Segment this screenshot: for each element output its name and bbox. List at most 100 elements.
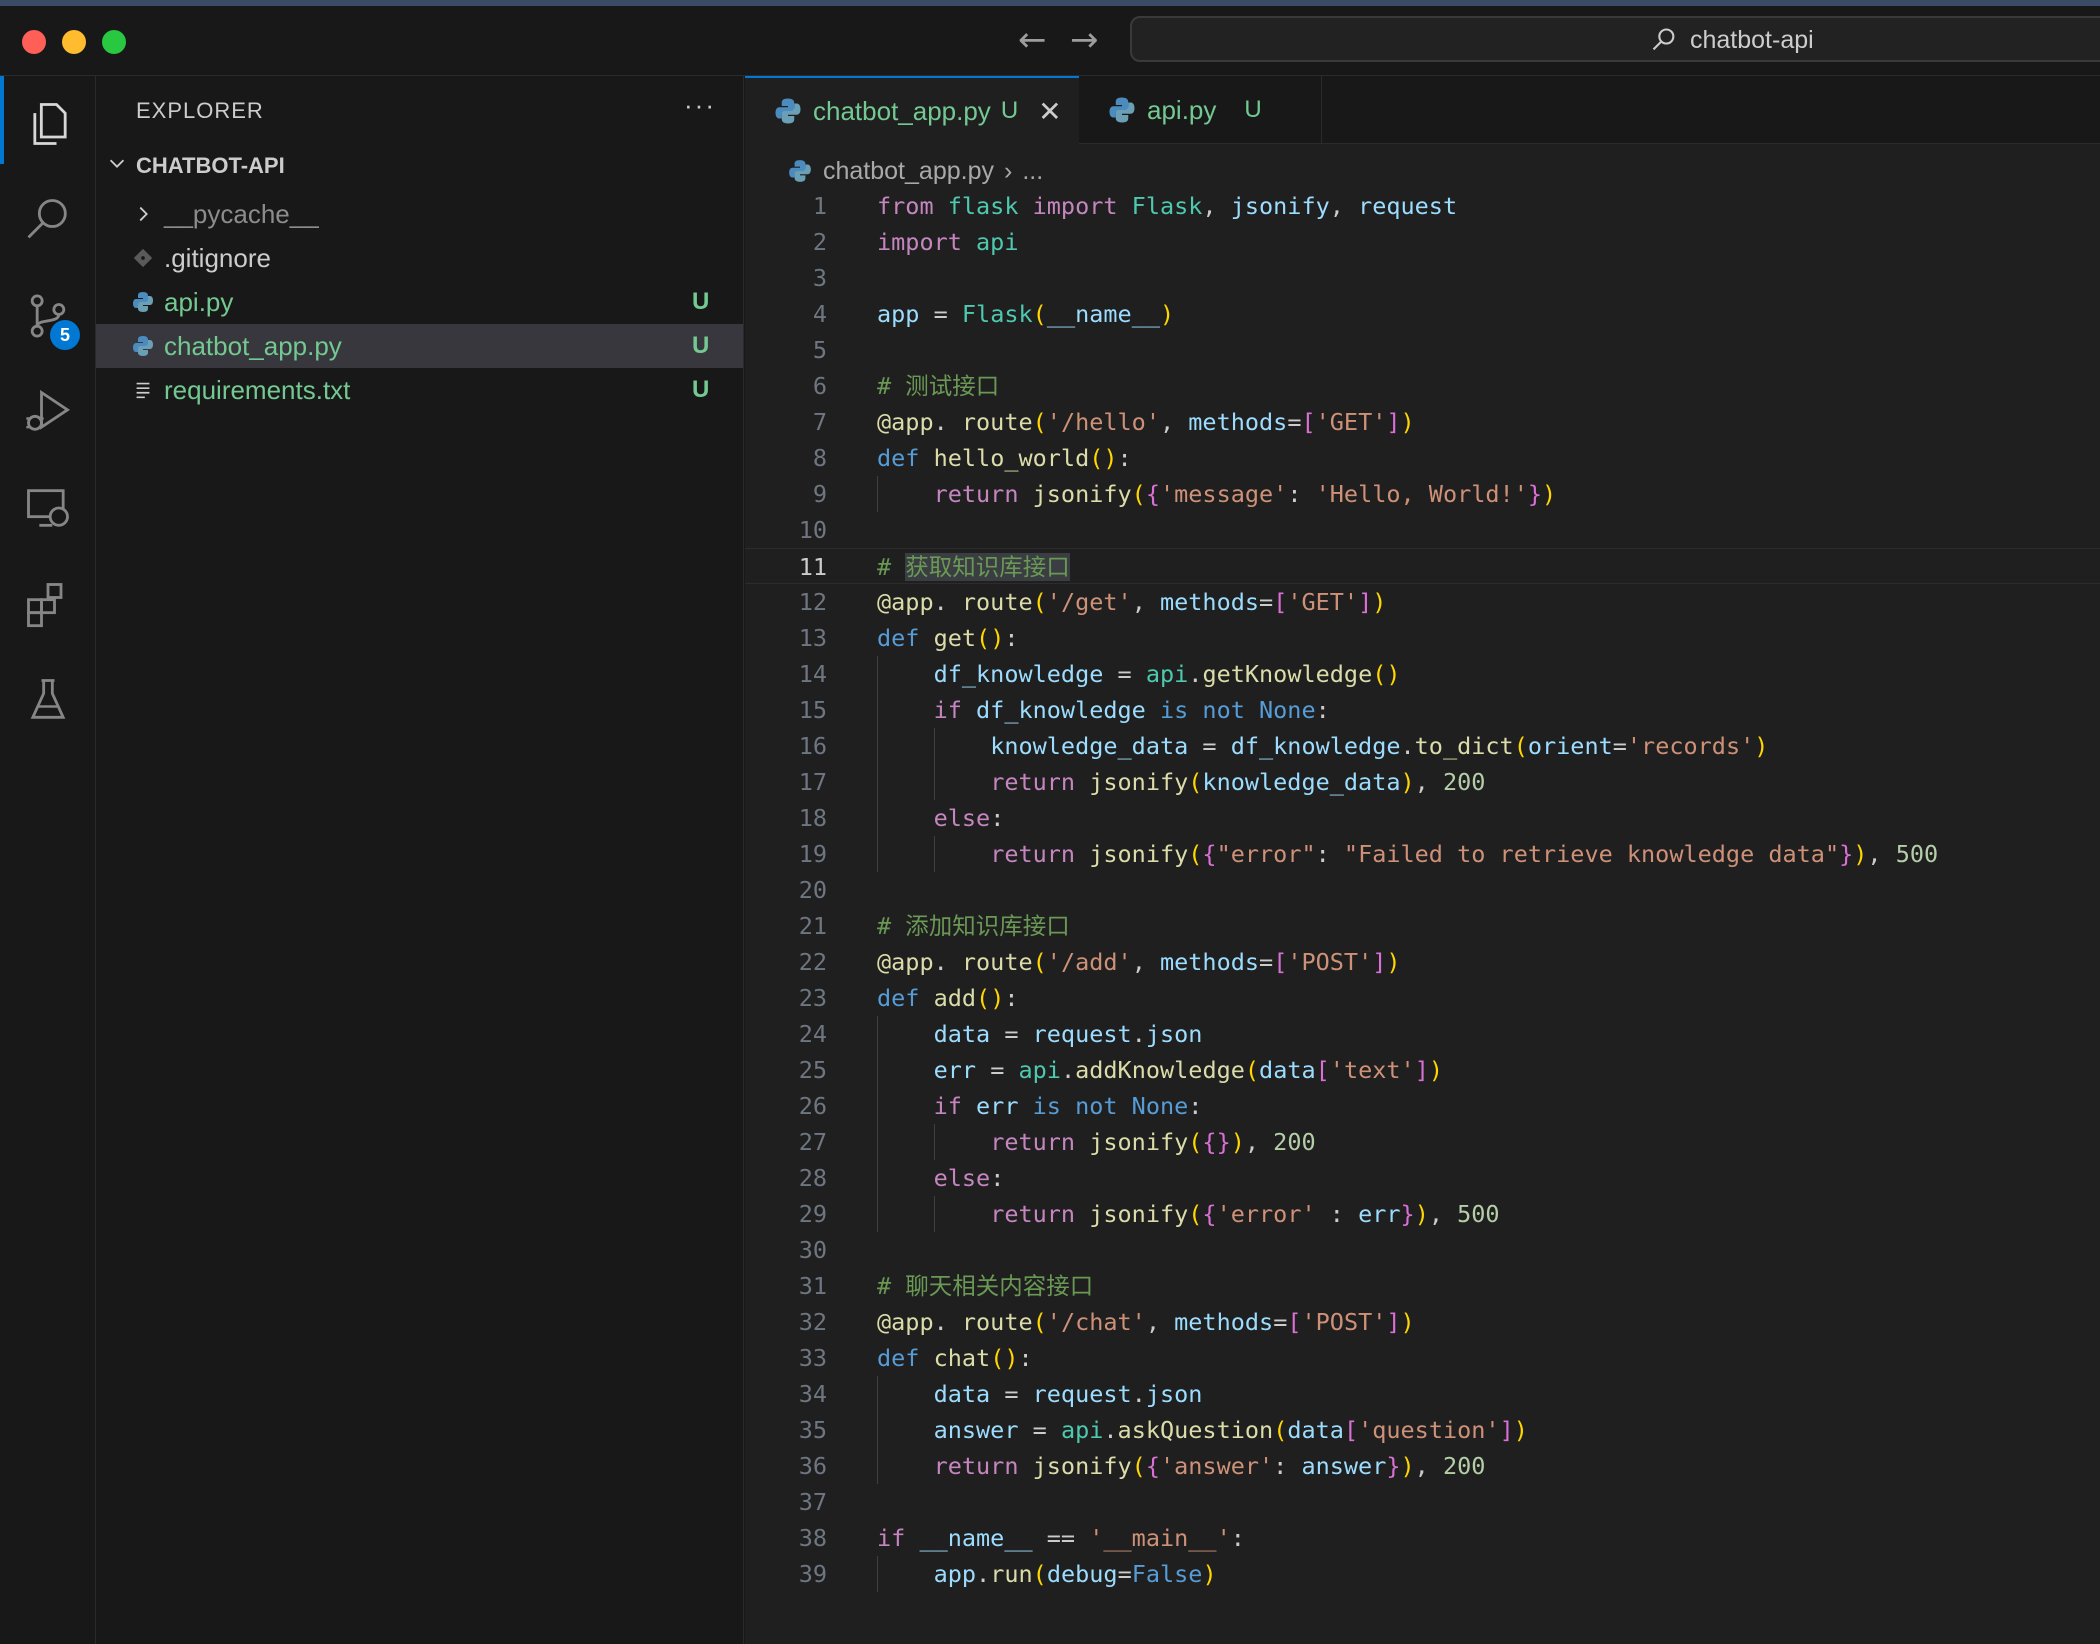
workspace-root-folder[interactable]: CHATBOT-API: [106, 146, 285, 186]
code-line[interactable]: 6 # 测试接口: [745, 368, 2100, 404]
code-line[interactable]: 29 return jsonify({'error' : err}), 500: [745, 1196, 2100, 1232]
line-number: 14: [798, 660, 827, 688]
line-number: 11: [798, 553, 827, 581]
code-text: # 测试接口: [877, 372, 1000, 400]
search-activity[interactable]: [0, 180, 96, 260]
code-line[interactable]: 26 if err is not None:: [745, 1088, 2100, 1124]
line-number: 21: [798, 912, 827, 940]
run-debug-activity[interactable]: [0, 372, 96, 452]
code-line[interactable]: 5: [745, 332, 2100, 368]
code-line[interactable]: 7 @app. route('/hello', methods=['GET']): [745, 404, 2100, 440]
code-line[interactable]: 28 else:: [745, 1160, 2100, 1196]
tree-item-pycache[interactable]: __pycache__: [96, 192, 743, 236]
search-icon: [27, 199, 67, 239]
code-line[interactable]: 33 def chat():: [745, 1340, 2100, 1376]
tree-item-gitignore[interactable]: .gitignore: [96, 236, 743, 280]
line-number: 6: [812, 372, 827, 400]
line-number: 7: [812, 408, 827, 436]
code-line[interactable]: 23 def add():: [745, 980, 2100, 1016]
code-text: @app. route('/get', methods=['GET']): [877, 588, 1387, 616]
code-line[interactable]: 11 # 获取知识库接口: [745, 548, 2100, 584]
code-line[interactable]: 30: [745, 1232, 2100, 1268]
code-line[interactable]: 35 answer = api.askQuestion(data['questi…: [745, 1412, 2100, 1448]
remote-explorer-activity[interactable]: [0, 468, 96, 548]
code-text: @app. route('/add', methods=['POST']): [877, 948, 1401, 976]
code-line[interactable]: 22 @app. route('/add', methods=['POST']): [745, 944, 2100, 980]
tab-api-py[interactable]: api.py U: [1079, 76, 1321, 144]
tree-item-label: api.py: [164, 286, 234, 317]
code-line[interactable]: 2 import api: [745, 224, 2100, 260]
code-line[interactable]: 9 return jsonify({'message': 'Hello, Wor…: [745, 476, 2100, 512]
code-line[interactable]: 15 if df_knowledge is not None:: [745, 692, 2100, 728]
code-line[interactable]: 21 # 添加知识库接口: [745, 908, 2100, 944]
line-number: 12: [798, 588, 827, 616]
code-line[interactable]: 13 def get():: [745, 620, 2100, 656]
tab-separator: [1321, 76, 1322, 144]
line-number: 30: [798, 1236, 827, 1264]
breadcrumb-file[interactable]: chatbot_app.py: [823, 157, 994, 186]
code-line[interactable]: 10: [745, 512, 2100, 548]
forward-arrow-icon[interactable]: →: [1070, 20, 1099, 60]
back-arrow-icon[interactable]: ←: [1018, 20, 1047, 60]
line-number: 1: [812, 192, 827, 220]
code-text: return jsonify({'error' : err}), 500: [990, 1200, 1500, 1228]
code-line[interactable]: 20: [745, 872, 2100, 908]
code-text: err = api.addKnowledge(data['text']): [933, 1056, 1443, 1084]
line-number: 8: [812, 444, 827, 472]
python-file-icon: [128, 287, 158, 317]
code-line[interactable]: 14 df_knowledge = api.getKnowledge(): [745, 656, 2100, 692]
code-line[interactable]: 27 return jsonify({}), 200: [745, 1124, 2100, 1160]
tree-item-chatbot-app-py[interactable]: chatbot_app.py U: [96, 324, 743, 368]
code-line[interactable]: 4 app = Flask(__name__): [745, 296, 2100, 332]
text-file-icon: [128, 375, 158, 405]
code-line[interactable]: 24 data = request.json: [745, 1016, 2100, 1052]
line-number: 4: [812, 300, 827, 328]
breadcrumb-symbols[interactable]: ...: [1022, 157, 1043, 186]
breadcrumb[interactable]: chatbot_app.py › ...: [787, 154, 1043, 188]
code-line[interactable]: 12 @app. route('/get', methods=['GET']): [745, 584, 2100, 620]
line-number: 20: [798, 876, 827, 904]
code-line[interactable]: 25 err = api.addKnowledge(data['text']): [745, 1052, 2100, 1088]
tree-item-api-py[interactable]: api.py U: [96, 280, 743, 324]
code-line[interactable]: 31 # 聊天相关内容接口: [745, 1268, 2100, 1304]
code-line[interactable]: 37: [745, 1484, 2100, 1520]
minimize-window-button[interactable]: [62, 30, 86, 54]
search-icon: [1652, 28, 1675, 51]
code-line[interactable]: 36 return jsonify({'answer': answer}), 2…: [745, 1448, 2100, 1484]
indent-guide: [877, 1016, 878, 1232]
line-number: 31: [798, 1272, 827, 1300]
code-line[interactable]: 3: [745, 260, 2100, 296]
remote-explorer-icon: [27, 489, 69, 527]
code-text: return jsonify({"error": "Failed to retr…: [990, 840, 1939, 868]
line-number: 16: [798, 732, 827, 760]
close-icon[interactable]: ✕: [1038, 95, 1061, 128]
code-line[interactable]: 19 return jsonify({"error": "Failed to r…: [745, 836, 2100, 872]
explorer-activity[interactable]: [0, 84, 96, 164]
flask-icon: [30, 679, 66, 719]
code-line[interactable]: 34 data = request.json: [745, 1376, 2100, 1412]
code-text: # 聊天相关内容接口: [877, 1272, 1094, 1300]
code-text: answer = api.askQuestion(data['question'…: [933, 1416, 1528, 1444]
code-line[interactable]: 18 else:: [745, 800, 2100, 836]
command-center-search[interactable]: chatbot-api: [1130, 16, 2100, 62]
line-number: 38: [798, 1524, 827, 1552]
tree-item-label: __pycache__: [164, 198, 319, 229]
code-line[interactable]: 8 def hello_world():: [745, 440, 2100, 476]
code-line[interactable]: 16 knowledge_data = df_knowledge.to_dict…: [745, 728, 2100, 764]
tree-item-label: chatbot_app.py: [164, 330, 342, 361]
tree-item-requirements-txt[interactable]: requirements.txt U: [96, 368, 743, 412]
line-number: 29: [798, 1200, 827, 1228]
code-line[interactable]: 38 if __name__ == '__main__':: [745, 1520, 2100, 1556]
editor-area: chatbot_app.py U ✕ api.py U chatbot_app.…: [745, 76, 2100, 1644]
maximize-window-button[interactable]: [102, 30, 126, 54]
code-line[interactable]: 32 @app. route('/chat', methods=['POST']): [745, 1304, 2100, 1340]
testing-activity[interactable]: [0, 660, 96, 740]
code-line[interactable]: 17 return jsonify(knowledge_data), 200: [745, 764, 2100, 800]
code-line[interactable]: 1 from flask import Flask, jsonify, reque…: [745, 188, 2100, 224]
code-line[interactable]: 39 app.run(debug=False): [745, 1556, 2100, 1592]
source-control-activity[interactable]: 5: [0, 276, 96, 356]
more-actions-icon[interactable]: ···: [684, 90, 716, 121]
close-window-button[interactable]: [22, 30, 46, 54]
tab-chatbot-app-py[interactable]: chatbot_app.py U ✕: [745, 76, 1079, 144]
extensions-activity[interactable]: [0, 564, 96, 644]
